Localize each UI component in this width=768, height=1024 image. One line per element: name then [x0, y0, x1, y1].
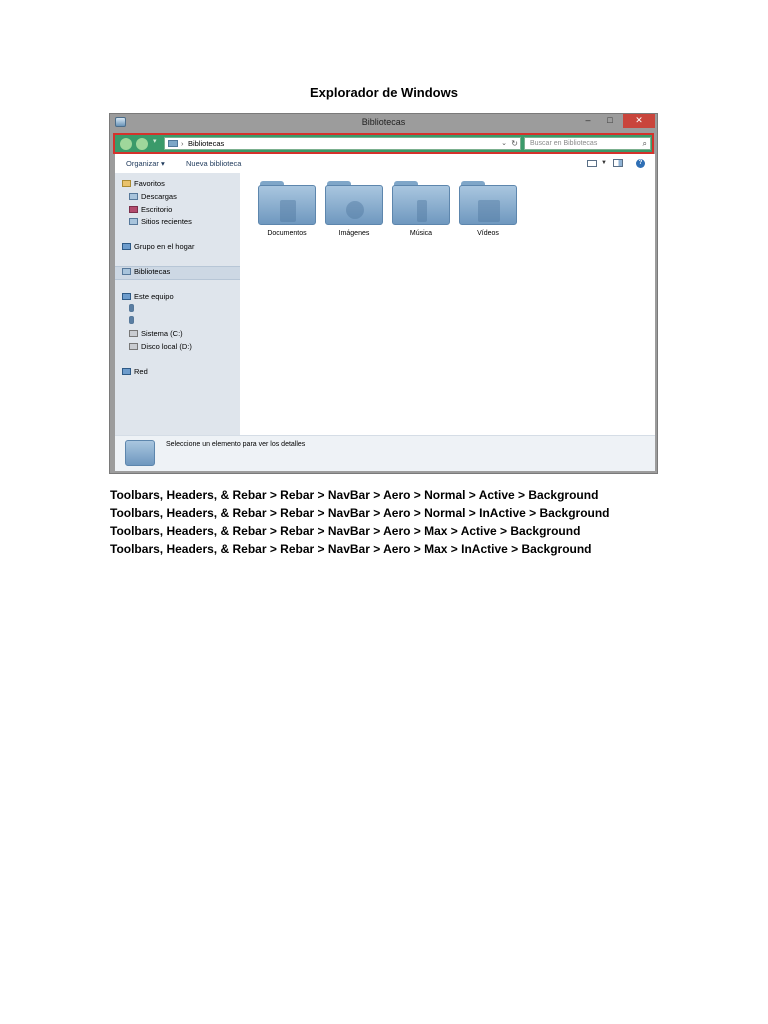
close-button[interactable]: ✕ [623, 114, 655, 128]
search-icon[interactable]: ⌕ [643, 138, 647, 149]
details-pane: Seleccione un elemento para ver los deta… [115, 435, 655, 471]
caption-line: Toolbars, Headers, & Rebar > Rebar > Nav… [110, 506, 610, 520]
preview-pane-icon[interactable] [613, 159, 623, 167]
address-dropdown-icon[interactable]: ⌄ [501, 138, 507, 149]
libraries-icon [122, 268, 131, 275]
sidebar-item-favoritos[interactable]: Favoritos [122, 178, 165, 189]
maximize-button[interactable]: □ [599, 114, 621, 128]
back-button[interactable] [120, 138, 132, 150]
address-text[interactable]: Bibliotecas [188, 138, 224, 149]
navigation-pane: Favoritos Descargas Escritorio Sitios re… [115, 173, 240, 435]
sidebar-item-usb-2[interactable] [129, 315, 137, 326]
explorer-window-screenshot: Bibliotecas – □ ✕ ▾ › Bibliotecas ⌄ ↻ Bu… [109, 113, 658, 474]
new-library-button[interactable]: Nueva biblioteca [186, 154, 241, 173]
address-bar[interactable]: › Bibliotecas ⌄ ↻ [164, 137, 521, 150]
usb-drive-icon [129, 316, 134, 324]
help-icon[interactable]: ? [636, 159, 645, 168]
window-titlebar: Bibliotecas – □ ✕ [110, 114, 657, 132]
star-icon [122, 180, 131, 187]
folder-imagenes[interactable]: Imágenes [321, 181, 387, 241]
downloads-icon [129, 193, 138, 200]
caption-line: Toolbars, Headers, & Rebar > Rebar > Nav… [110, 524, 581, 538]
music-folder-icon [392, 185, 450, 225]
window-title: Bibliotecas [361, 117, 406, 127]
documents-folder-icon [258, 185, 316, 225]
library-icon [168, 140, 178, 147]
sidebar-item-sitios-recientes[interactable]: Sitios recientes [129, 216, 192, 227]
refresh-icon[interactable]: ↻ [511, 138, 518, 149]
sidebar-item-descargas[interactable]: Descargas [129, 191, 177, 202]
sidebar-item-disco-d[interactable]: Disco local (D:) [129, 341, 192, 352]
network-icon [122, 368, 131, 375]
sidebar-item-bibliotecas[interactable]: Bibliotecas [122, 266, 170, 277]
breadcrumb-chevron-icon[interactable]: › [181, 138, 184, 149]
videos-folder-icon [459, 185, 517, 225]
search-placeholder: Buscar en Bibliotecas [530, 140, 598, 147]
navbar-highlighted: ▾ › Bibliotecas ⌄ ↻ Buscar en Biblioteca… [113, 133, 654, 154]
computer-icon [122, 293, 131, 300]
folder-musica[interactable]: Música [388, 181, 454, 241]
sidebar-item-usb-1[interactable] [129, 303, 137, 314]
sidebar-item-sistema-c[interactable]: Sistema (C:) [129, 328, 183, 339]
homegroup-icon [122, 243, 131, 250]
details-text: Seleccione un elemento para ver los deta… [166, 441, 306, 448]
change-view-icon[interactable] [587, 160, 597, 167]
sidebar-item-escritorio[interactable]: Escritorio [129, 204, 172, 215]
usb-drive-icon [129, 304, 134, 312]
search-box[interactable]: Buscar en Bibliotecas ⌕ [524, 137, 651, 150]
library-folder-icon [125, 440, 155, 466]
desktop-icon [129, 206, 138, 213]
sidebar-item-red[interactable]: Red [122, 366, 148, 377]
sidebar-item-este-equipo[interactable]: Este equipo [122, 291, 174, 302]
file-list: Documentos Imágenes Música Vídeos [240, 173, 655, 435]
sidebar-item-grupo-hogar[interactable]: Grupo en el hogar [122, 241, 194, 252]
folder-documentos[interactable]: Documentos [254, 181, 320, 241]
minimize-button[interactable]: – [577, 114, 599, 128]
hard-drive-icon [129, 330, 138, 337]
caption-line: Toolbars, Headers, & Rebar > Rebar > Nav… [110, 542, 592, 556]
hard-drive-icon [129, 343, 138, 350]
window-client-area: Organizar ▾ Nueva biblioteca ▼ ? Favorit… [115, 154, 655, 471]
command-toolbar: Organizar ▾ Nueva biblioteca ▼ ? [115, 154, 655, 173]
recent-places-icon [129, 218, 138, 225]
caption-line: Toolbars, Headers, & Rebar > Rebar > Nav… [110, 488, 599, 502]
folder-videos[interactable]: Vídeos [455, 181, 521, 241]
document-title: Explorador de Windows [310, 85, 458, 100]
organize-button[interactable]: Organizar ▾ [126, 154, 165, 173]
pictures-folder-icon [325, 185, 383, 225]
caption-list: Toolbars, Headers, & Rebar > Rebar > Nav… [110, 486, 610, 558]
view-dropdown-icon[interactable]: ▼ [601, 154, 607, 173]
recent-locations-chevron-icon[interactable]: ▾ [153, 137, 157, 145]
forward-button[interactable] [136, 138, 148, 150]
